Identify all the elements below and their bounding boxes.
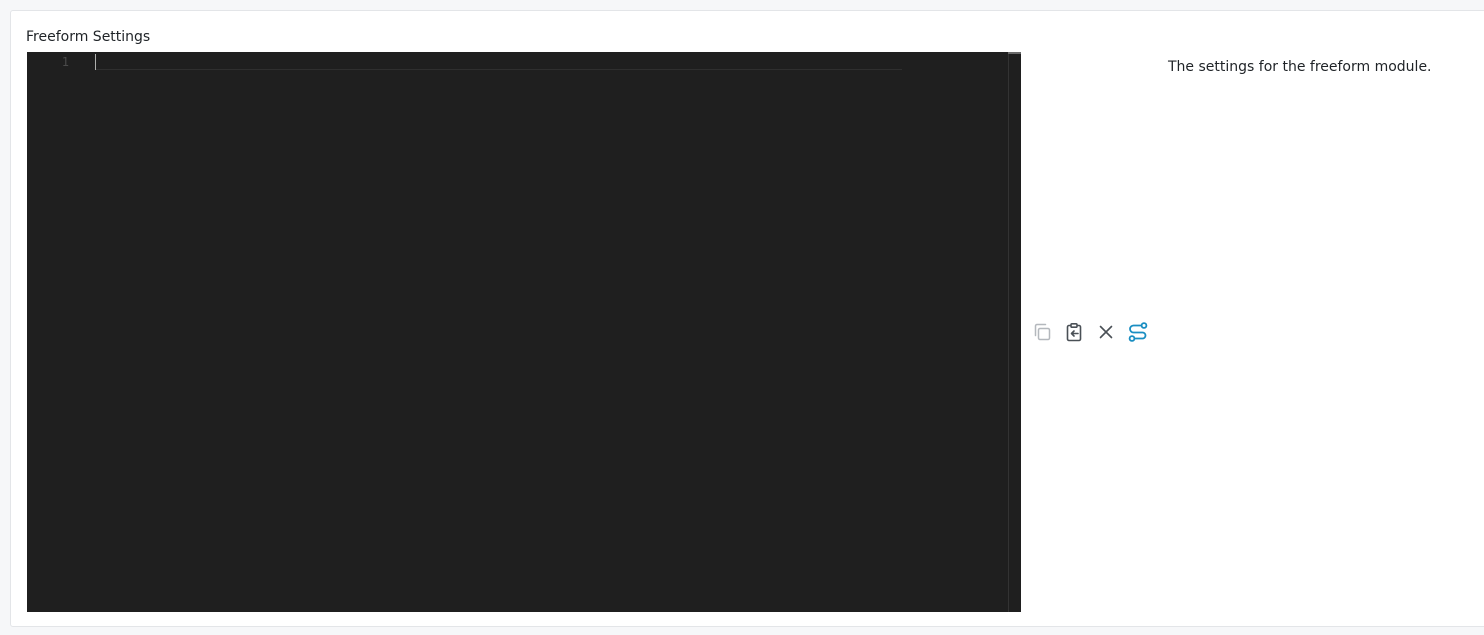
scrollbar-thumb[interactable] — [1008, 52, 1021, 54]
line-number: 1 — [61, 55, 69, 69]
field-title: Freeform Settings — [26, 29, 151, 45]
field-description: The settings for the freeform module. — [1168, 59, 1432, 75]
route-settings-icon — [1128, 322, 1148, 342]
clipboard-paste-icon — [1066, 322, 1082, 342]
clear-button[interactable] — [1095, 321, 1117, 343]
paste-button[interactable] — [1063, 321, 1085, 343]
copy-icon — [1034, 323, 1051, 341]
editor-toolbar — [1031, 320, 1149, 344]
close-icon — [1099, 325, 1113, 339]
current-line-highlight — [95, 53, 902, 70]
settings-button[interactable] — [1127, 321, 1149, 343]
code-editor[interactable]: 1 — [27, 52, 1021, 612]
text-cursor — [95, 54, 96, 70]
settings-panel: Freeform Settings 1 The settings for the… — [10, 10, 1484, 627]
vertical-scrollbar[interactable] — [1008, 52, 1021, 612]
copy-button[interactable] — [1031, 321, 1053, 343]
